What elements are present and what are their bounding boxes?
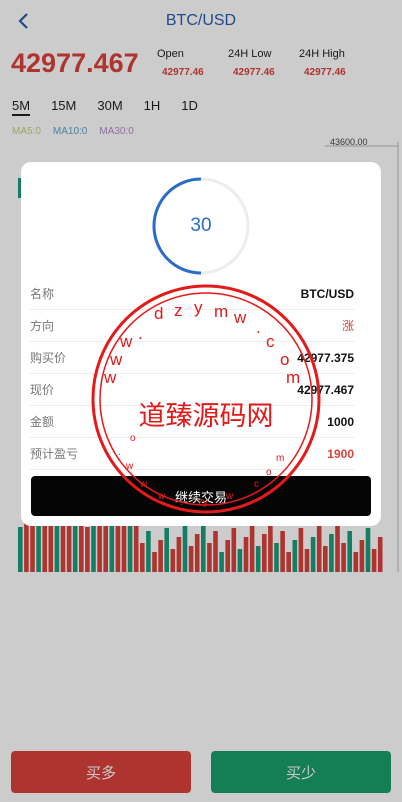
svg-text:.: . [256, 318, 261, 337]
svg-text:.: . [180, 497, 183, 508]
detail-key: 方向 [30, 319, 55, 333]
detail-key: 购买价 [30, 351, 67, 365]
svg-text:z: z [174, 301, 183, 320]
svg-text:m: m [286, 368, 300, 387]
svg-text:m: m [214, 302, 228, 321]
detail-key: 预计盈亏 [30, 447, 79, 461]
svg-text:o: o [266, 467, 272, 478]
detail-key: 名称 [30, 287, 55, 301]
svg-text:zy: zy [198, 497, 208, 508]
svg-text:d: d [154, 304, 163, 323]
detail-key: 金额 [30, 415, 55, 429]
svg-text:w: w [157, 491, 166, 502]
svg-text:o: o [130, 433, 136, 444]
svg-text:y: y [194, 298, 203, 317]
svg-text:w: w [119, 332, 133, 351]
svg-text:w: w [103, 368, 117, 387]
detail-value: 涨 [341, 319, 354, 333]
svg-text:.: . [118, 447, 121, 458]
svg-text:o: o [280, 350, 289, 369]
svg-text:m: m [276, 453, 284, 464]
svg-text:w: w [233, 308, 247, 327]
svg-text:w: w [125, 461, 134, 472]
svg-text:w: w [109, 350, 123, 369]
countdown-value: 30 [190, 215, 212, 236]
svg-text:c: c [266, 332, 275, 351]
svg-text:c: c [254, 479, 259, 490]
detail-value: 1900 [327, 446, 354, 461]
svg-text:.: . [138, 324, 143, 343]
svg-text:w: w [225, 491, 234, 502]
watermark-text: 道臻源码网 [138, 401, 274, 432]
svg-text:w: w [139, 479, 148, 490]
detail-value: 1000 [327, 414, 354, 429]
detail-key: 现价 [30, 383, 55, 397]
